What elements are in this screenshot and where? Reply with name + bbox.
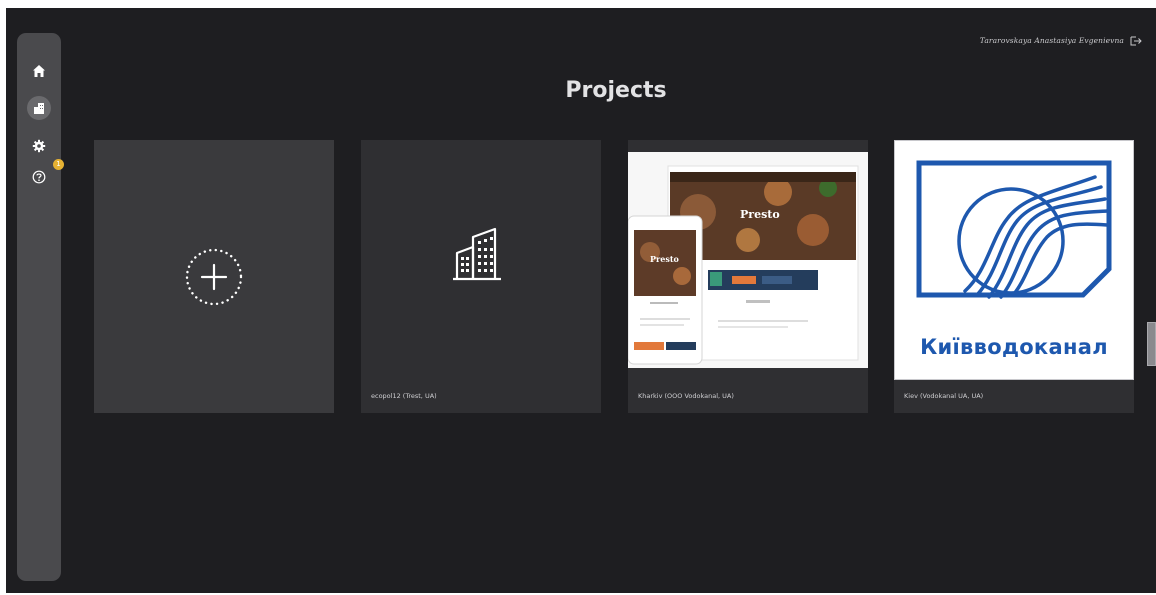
- new-project-card[interactable]: [94, 140, 334, 413]
- user-name: Tararovskaya Anastasiya Evgenievna: [979, 35, 1124, 45]
- page-title: Projects: [565, 78, 667, 103]
- app-window: 1 Tararovskaya Anastasiya Evgenievna Pro…: [6, 8, 1156, 593]
- building-icon: [453, 227, 501, 281]
- website-preview-image: Presto Presto: [628, 152, 868, 368]
- card-icon-area: [361, 140, 601, 366]
- svg-text:Presto: Presto: [650, 254, 680, 264]
- gear-icon: [32, 139, 46, 153]
- project-card[interactable]: Presto Presto Kharkiv (OOO Vodokanal, UA…: [628, 140, 868, 413]
- sidebar-item-settings[interactable]: [27, 134, 51, 158]
- sidebar-item-help[interactable]: 1: [27, 159, 64, 189]
- home-icon: [33, 65, 45, 77]
- building-icon: [34, 103, 44, 114]
- scroll-handle[interactable]: [1147, 322, 1156, 366]
- add-circle-icon: [185, 248, 243, 305]
- kyivvodokanal-logo: Київводоканал: [894, 140, 1134, 380]
- help-icon: [32, 170, 46, 184]
- project-label: ecopol12 (Trest, UA): [371, 392, 437, 400]
- project-label: Kiev (Vodokanal UA, UA): [904, 392, 984, 400]
- sidebar: 1: [17, 33, 64, 581]
- notification-badge: 1: [53, 159, 64, 170]
- user-bar: Tararovskaya Anastasiya Evgenievna: [980, 32, 1142, 48]
- logout-button[interactable]: [1130, 31, 1142, 50]
- project-card[interactable]: Київводоканал Kiev (Vodokanal UA, UA): [894, 140, 1134, 413]
- project-label: Kharkiv (OOO Vodokanal, UA): [638, 392, 734, 400]
- logo-text: Київводоканал: [920, 335, 1108, 359]
- svg-text:Presto: Presto: [740, 208, 780, 221]
- card-icon-area: [94, 140, 334, 413]
- project-card[interactable]: ecopol12 (Trest, UA): [361, 140, 601, 413]
- logout-icon: [1130, 36, 1142, 45]
